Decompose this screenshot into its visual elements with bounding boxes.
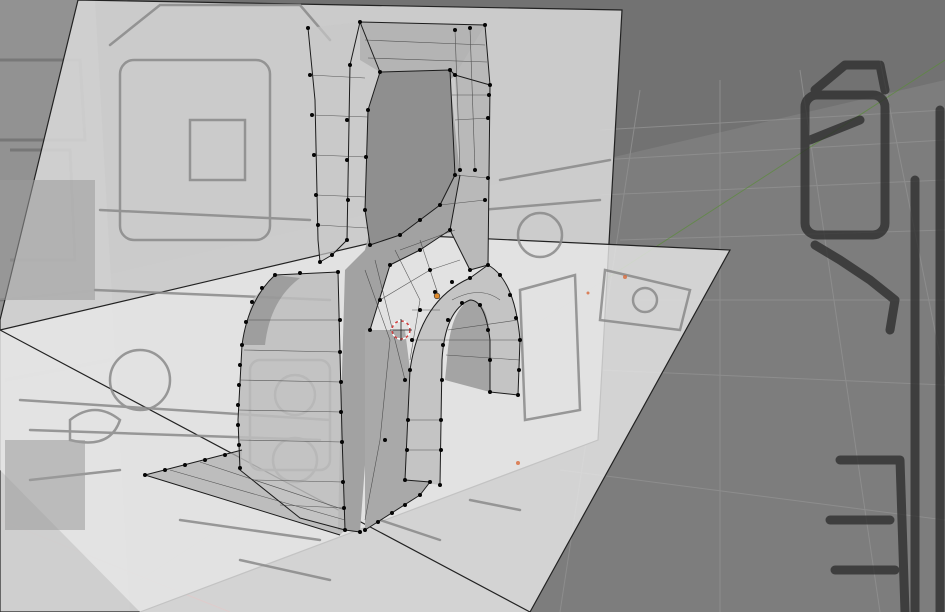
object-origin[interactable] [433, 292, 441, 300]
3d-viewport[interactable] [0, 0, 945, 612]
